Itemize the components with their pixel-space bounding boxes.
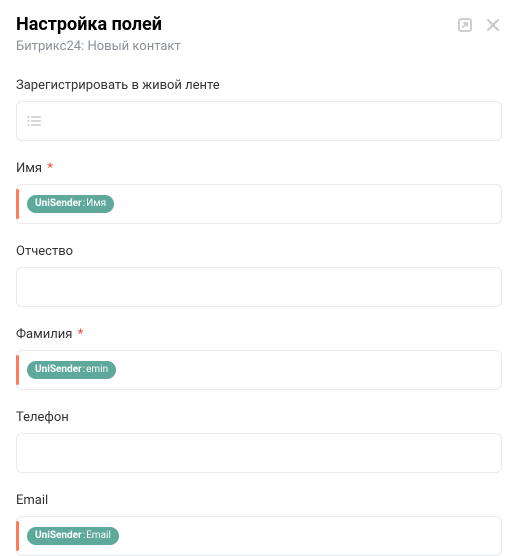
expand-icon[interactable] <box>456 16 474 34</box>
field-label-first-name: Имя * <box>16 161 502 176</box>
field-label-last-name: Фамилия * <box>16 327 502 342</box>
phone-input[interactable] <box>16 433 502 473</box>
field-middle-name: Отчество <box>16 244 502 307</box>
tag-name: emin <box>86 364 108 376</box>
header-actions <box>456 16 502 34</box>
tag-name: Email <box>86 530 111 542</box>
middle-name-input[interactable] <box>16 267 502 307</box>
tag-source: UniSender <box>35 198 82 210</box>
email-input[interactable]: UniSender: Email <box>16 516 502 556</box>
label-text: Фамилия <box>16 327 72 342</box>
mapping-tag[interactable]: UniSender: emin <box>27 361 116 379</box>
field-label-middle-name: Отчество <box>16 244 502 259</box>
tag-sep: : <box>83 364 85 376</box>
first-name-input[interactable]: UniSender: Имя <box>16 184 502 224</box>
field-label-email: Email <box>16 493 502 508</box>
dialog-title: Настройка полей <box>16 14 456 35</box>
feed-input[interactable] <box>16 101 502 141</box>
field-label-feed: Зарегистрировать в живой ленте <box>16 78 502 93</box>
tag-source: UniSender <box>35 364 82 376</box>
field-phone: Телефон <box>16 410 502 473</box>
required-mark: * <box>78 327 84 342</box>
tag-name: Имя <box>86 198 106 210</box>
header-text: Настройка полей Битрикс24: Новый контакт <box>16 14 456 78</box>
tag-sep: : <box>83 530 85 542</box>
dialog-subtitle: Битрикс24: Новый контакт <box>16 39 456 54</box>
tag-source: UniSender <box>35 530 82 542</box>
last-name-input[interactable]: UniSender: emin <box>16 350 502 390</box>
field-last-name: Фамилия * UniSender: emin <box>16 327 502 390</box>
field-first-name: Имя * UniSender: Имя <box>16 161 502 224</box>
field-label-phone: Телефон <box>16 410 502 425</box>
list-icon <box>27 115 41 127</box>
field-feed: Зарегистрировать в живой ленте <box>16 78 502 141</box>
close-icon[interactable] <box>484 16 502 34</box>
mapping-tag[interactable]: UniSender: Имя <box>27 195 114 213</box>
dialog-header: Настройка полей Битрикс24: Новый контакт <box>16 14 502 78</box>
label-text: Имя <box>16 161 42 176</box>
required-mark: * <box>47 161 53 176</box>
mapping-tag[interactable]: UniSender: Email <box>27 527 119 545</box>
tag-sep: : <box>83 198 85 210</box>
